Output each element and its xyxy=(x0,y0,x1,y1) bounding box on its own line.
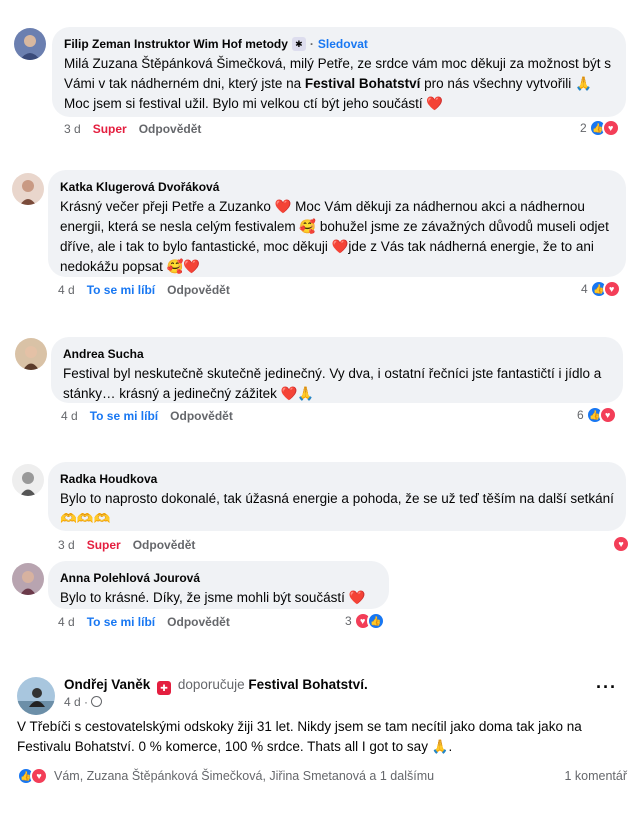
comment-bubble: Andrea Sucha Festival byl neskutečně sku… xyxy=(51,337,623,403)
reaction-count[interactable]: 2 👍 ♥ xyxy=(580,119,620,137)
comment-author[interactable]: Andrea Sucha xyxy=(63,346,144,362)
reaction-count[interactable]: 3 ♥ 👍 xyxy=(345,612,385,630)
comment-time[interactable]: 4 d xyxy=(58,283,75,297)
comment-text: Krásný večer přeji Petře a Zuzanko ❤️ Mo… xyxy=(60,199,609,274)
globe-icon xyxy=(91,696,103,707)
avatar[interactable] xyxy=(15,338,47,370)
comment-time[interactable]: 4 d xyxy=(58,615,75,629)
more-options-button[interactable]: ··· xyxy=(596,677,617,698)
reaction-button[interactable]: To se mi líbí xyxy=(90,409,158,423)
comment-text: Festival byl neskutečně skutečně jedineč… xyxy=(63,366,602,401)
reaction-summary[interactable]: 👍 ♥ xyxy=(17,767,48,785)
comment-actions: 4 d To se mi líbí Odpovědět xyxy=(58,283,230,297)
comment-bubble: Radka Houdkova Bylo to naprosto dokonalé… xyxy=(48,462,626,531)
comment-author[interactable]: Katka Klugerová Dvořáková xyxy=(60,179,219,195)
comment-actions: 3 d Super Odpovědět xyxy=(58,538,195,552)
comment-bubble: Anna Polehlová Jourová Bylo to krásné. D… xyxy=(48,561,389,609)
reply-button[interactable]: Odpovědět xyxy=(139,122,202,136)
avatar[interactable] xyxy=(17,677,55,715)
comment-text: Bylo to krásné. Díky, že jsme mohli být … xyxy=(60,590,366,605)
reaction-count[interactable]: ♥ xyxy=(610,535,630,553)
reaction-button[interactable]: Super xyxy=(87,538,121,552)
comment-actions: 4 d To se mi líbí Odpovědět xyxy=(61,409,233,423)
avatar[interactable] xyxy=(12,464,44,496)
page-link[interactable]: Festival Bohatství. xyxy=(248,677,367,692)
avatar[interactable] xyxy=(14,28,46,60)
reply-button[interactable]: Odpovědět xyxy=(170,409,233,423)
reply-button[interactable]: Odpovědět xyxy=(167,615,230,629)
avatar[interactable] xyxy=(12,563,44,595)
reaction-button[interactable]: To se mi líbí xyxy=(87,283,155,297)
post-time[interactable]: 4 d xyxy=(64,695,81,709)
love-icon: ♥ xyxy=(30,767,48,785)
page-link[interactable]: Festival Bohatství xyxy=(305,76,421,91)
comment-author[interactable]: Filip Zeman Instruktor Wim Hof metody xyxy=(64,36,288,52)
avatar[interactable] xyxy=(12,173,44,205)
comment-time[interactable]: 3 d xyxy=(64,122,81,136)
comment-time[interactable]: 3 d xyxy=(58,538,75,552)
reply-button[interactable]: Odpovědět xyxy=(133,538,196,552)
love-icon: ♥ xyxy=(602,280,621,298)
comment-text: Bylo to naprosto dokonalé, tak úžasná en… xyxy=(60,491,614,526)
comment-bubble: Filip Zeman Instruktor Wim Hof metody ✱ … xyxy=(52,27,626,117)
recommends-label: doporučuje xyxy=(177,677,245,692)
love-icon: ♥ xyxy=(598,406,617,424)
comment-bubble: Katka Klugerová Dvořáková Krásný večer p… xyxy=(48,170,626,277)
love-icon: ♥ xyxy=(612,535,630,553)
reaction-count[interactable]: 6 👍 ♥ xyxy=(577,406,617,424)
comment-actions: 3 d Super Odpovědět xyxy=(64,122,201,136)
love-icon: ♥ xyxy=(601,119,620,137)
post-author[interactable]: Ondřej Vaněk xyxy=(64,677,150,692)
recommend-icon: ✚ xyxy=(157,681,172,695)
comment-count[interactable]: 1 komentář xyxy=(564,769,627,783)
reaction-button[interactable]: Super xyxy=(93,122,127,136)
follow-button[interactable]: Sledovat xyxy=(318,36,368,52)
comment-text: Milá Zuzana Štěpánková Šimečková, milý P… xyxy=(64,56,611,111)
post-text: V Třebíči s cestovatelskými odskoky žiji… xyxy=(17,719,582,754)
comment-time[interactable]: 4 d xyxy=(61,409,78,423)
comment-actions: 4 d To se mi líbí Odpovědět xyxy=(58,615,230,629)
reply-button[interactable]: Odpovědět xyxy=(167,283,230,297)
reaction-count[interactable]: 4 👍 ♥ xyxy=(581,280,621,298)
reaction-button[interactable]: To se mi líbí xyxy=(87,615,155,629)
comment-author[interactable]: Anna Polehlová Jourová xyxy=(60,570,200,586)
reactors-text[interactable]: Vám, Zuzana Štěpánková Šimečková, Jiřina… xyxy=(54,769,434,783)
badge-icon: ✱ xyxy=(291,37,306,51)
like-icon: 👍 xyxy=(366,612,385,630)
comment-author[interactable]: Radka Houdkova xyxy=(60,471,157,487)
